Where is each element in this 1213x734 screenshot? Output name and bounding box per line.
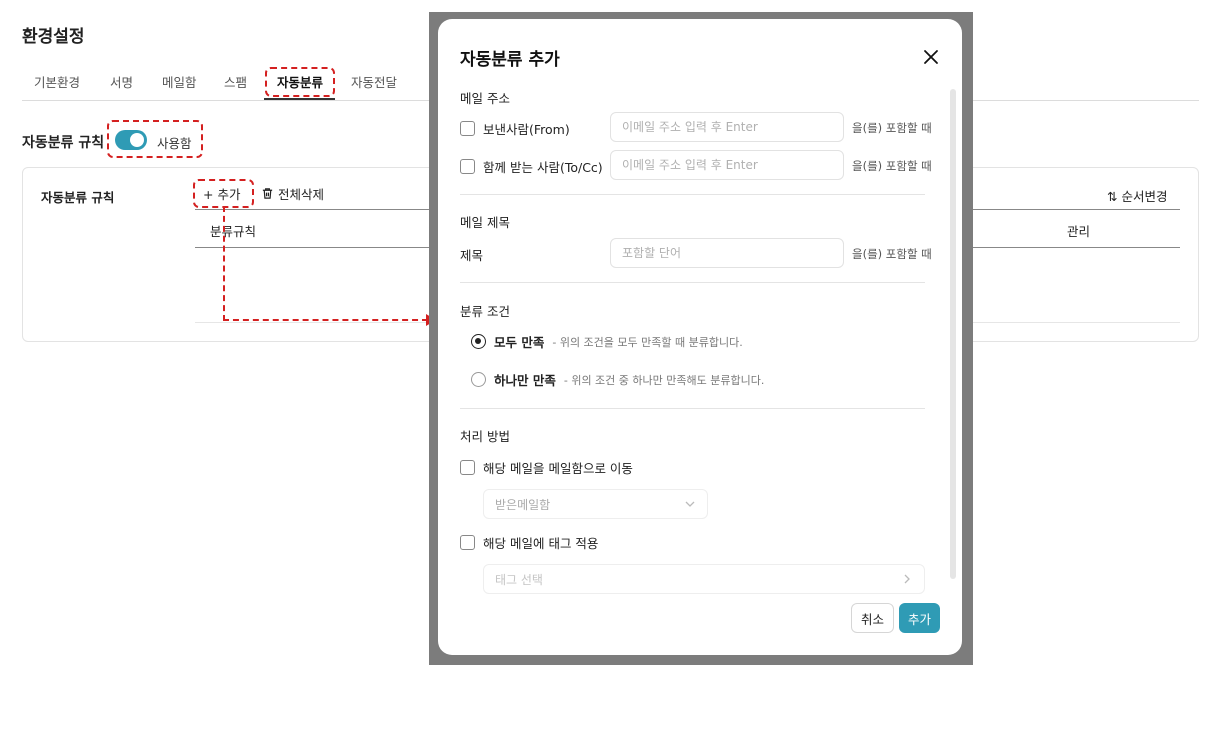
col-rule: 분류규칙 <box>210 224 257 239</box>
from-label: 보낸사람(From) <box>483 122 570 137</box>
dialog-title: 자동분류 추가 <box>460 50 560 70</box>
subject-section-title: 메일 제목 <box>460 215 510 230</box>
cond-all-row[interactable]: 모두 만족 - 위의 조건을 모두 만족할 때 분류합니다. <box>471 332 743 351</box>
move-label: 해당 메일을 메일함으로 이동 <box>483 461 633 476</box>
from-row: 보낸사람(From) <box>460 119 570 138</box>
tag-select[interactable]: 태그 선택 <box>483 564 925 594</box>
tab-signature[interactable]: 서명 <box>110 72 133 91</box>
tag-label: 해당 메일에 태그 적용 <box>483 536 599 551</box>
email-section-title: 메일 주소 <box>460 91 510 106</box>
tocc-row: 함께 받는 사람(To/Cc) <box>460 157 603 176</box>
tab-mailbox[interactable]: 메일함 <box>162 72 197 91</box>
highlight-toggle <box>107 120 203 158</box>
reorder-button[interactable]: ⇅ 순서변경 <box>1107 186 1167 205</box>
cancel-button[interactable]: 취소 <box>851 603 894 633</box>
tag-checkbox[interactable] <box>460 535 475 550</box>
tocc-suffix: 을(를) 포함할 때 <box>852 159 932 173</box>
close-icon[interactable] <box>921 47 941 67</box>
subject-suffix: 을(를) 포함할 때 <box>852 247 932 261</box>
move-checkbox[interactable] <box>460 460 475 475</box>
condition-section-title: 분류 조건 <box>460 304 510 319</box>
tag-select-value: 태그 선택 <box>495 572 543 587</box>
col-manage: 관리 <box>1067 224 1091 239</box>
tocc-checkbox[interactable] <box>460 159 475 174</box>
confirm-add-button[interactable]: 추가 <box>899 603 940 633</box>
from-checkbox[interactable] <box>460 121 475 136</box>
cond-any-radio[interactable] <box>471 372 486 387</box>
cond-any-label: 하나만 만족 <box>494 373 556 388</box>
delete-all-button[interactable]: 전체삭제 <box>261 184 324 203</box>
highlight-tab <box>265 67 335 97</box>
add-auto-sort-dialog: 자동분류 추가 메일 주소 보낸사람(From) 을(를) 포함할 때 함께 받… <box>438 19 962 655</box>
cond-all-label: 모두 만족 <box>494 335 545 350</box>
cond-any-row[interactable]: 하나만 만족 - 위의 조건 중 하나만 만족해도 분류합니다. <box>471 370 764 389</box>
mailbox-select-value: 받은메일함 <box>495 497 551 512</box>
mailbox-select[interactable]: 받은메일함 <box>483 489 708 519</box>
cond-all-radio[interactable] <box>471 334 486 349</box>
divider-1 <box>460 194 925 195</box>
action-section-title: 처리 방법 <box>460 429 510 444</box>
divider-3 <box>460 408 925 409</box>
subject-input[interactable] <box>610 238 844 268</box>
tab-auto-forward[interactable]: 자동전달 <box>351 72 397 91</box>
divider-2 <box>460 282 925 283</box>
delete-all-label: 전체삭제 <box>278 187 325 202</box>
chevron-right-icon <box>904 574 910 584</box>
active-tab-underline <box>264 98 335 100</box>
cond-all-desc: - 위의 조건을 모두 만족할 때 분류합니다. <box>552 335 743 349</box>
cond-any-desc: - 위의 조건 중 하나만 만족해도 분류합니다. <box>563 373 765 387</box>
dialog-scrollbar[interactable] <box>950 89 956 579</box>
tab-spam[interactable]: 스팸 <box>224 72 247 91</box>
from-email-input[interactable] <box>610 112 844 142</box>
tab-basic[interactable]: 기본환경 <box>34 72 80 91</box>
from-suffix: 을(를) 포함할 때 <box>852 121 932 135</box>
chevron-down-icon <box>685 501 695 507</box>
panel-label: 자동분류 규칙 <box>41 190 115 205</box>
subject-label: 제목 <box>460 248 484 263</box>
tag-row: 해당 메일에 태그 적용 <box>460 533 598 552</box>
tocc-label: 함께 받는 사람(To/Cc) <box>483 160 603 175</box>
trash-icon <box>262 188 273 199</box>
move-row: 해당 메일을 메일함으로 이동 <box>460 458 633 477</box>
annotation-arrow-vertical <box>223 206 225 321</box>
page-title: 환경설정 <box>22 27 85 47</box>
highlight-add <box>193 179 254 208</box>
annotation-arrow-horizontal <box>223 319 428 321</box>
auto-sort-rule-heading: 자동분류 규칙 <box>22 135 105 151</box>
tocc-email-input[interactable] <box>610 150 844 180</box>
